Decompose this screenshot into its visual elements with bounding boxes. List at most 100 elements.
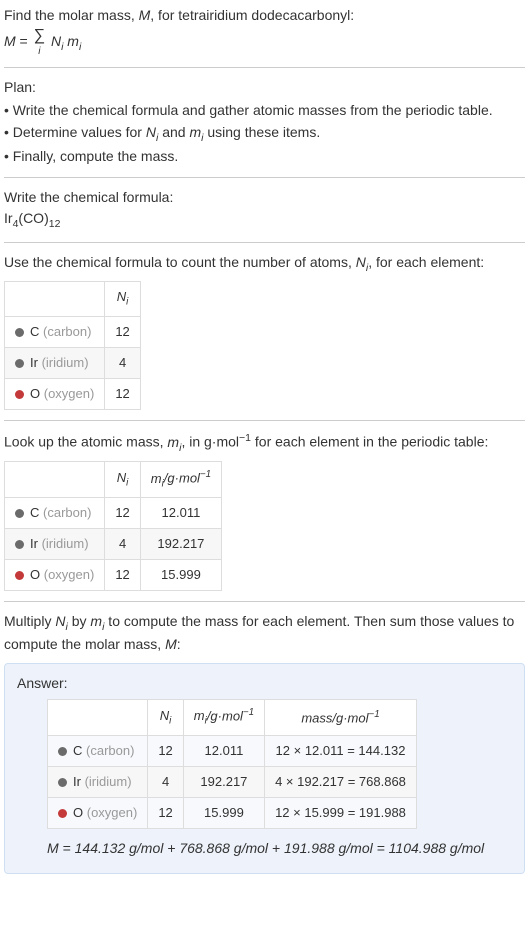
element-cell: O (oxygen) [5, 560, 105, 591]
intro-section: Find the molar mass, M, for tetrairidium… [4, 6, 525, 57]
element-name: (carbon) [43, 324, 91, 339]
lookup-heading: Look up the atomic mass, mi, in g·mol−1 … [4, 431, 525, 455]
element-dot-icon [15, 571, 24, 580]
element-symbol: Ir [73, 774, 81, 789]
intro-line: Find the molar mass, M, for tetrairidium… [4, 6, 525, 26]
mass-cell: 4 × 192.217 = 768.868 [265, 766, 417, 797]
element-dot-icon [58, 747, 67, 756]
lookup-section: Look up the atomic mass, mi, in g·mol−1 … [4, 431, 525, 591]
element-name: (iridium) [42, 355, 89, 370]
element-symbol: Ir [30, 355, 38, 370]
n-header: Ni [148, 700, 183, 736]
count-body: C (carbon)12Ir (iridium)4O (oxygen)12 [5, 316, 141, 410]
plan-item: • Determine values for Ni and mi using t… [4, 123, 525, 145]
empty-header [48, 700, 148, 736]
element-symbol: O [30, 386, 40, 401]
element-name: (carbon) [86, 743, 134, 758]
plan-section: Plan: • Write the chemical formula and g… [4, 78, 525, 167]
element-name: (oxygen) [87, 805, 138, 820]
element-cell: Ir (iridium) [5, 529, 105, 560]
element-symbol: Ir [30, 536, 38, 551]
n-cell: 12 [148, 735, 183, 766]
divider [4, 242, 525, 243]
lookup-body: C (carbon)1212.011Ir (iridium)4192.217O … [5, 497, 222, 591]
m-header: mi/g·mol−1 [140, 462, 221, 498]
n-cell: 4 [148, 766, 183, 797]
count-table: Ni C (carbon)12Ir (iridium)4O (oxygen)12 [4, 281, 141, 410]
element-dot-icon [15, 328, 24, 337]
element-cell: Ir (iridium) [48, 766, 148, 797]
count-heading: Use the chemical formula to count the nu… [4, 253, 525, 275]
final-equation: M = 144.132 g/mol + 768.868 g/mol + 191.… [47, 839, 512, 859]
n-header: Ni [105, 462, 140, 498]
n-cell: 12 [105, 560, 140, 591]
table-header-row: Ni [5, 282, 141, 316]
multiply-heading: Multiply Ni by mi to compute the mass fo… [4, 612, 525, 654]
sigma-icon: ∑i [34, 28, 45, 57]
formula-heading: Write the chemical formula: [4, 188, 525, 208]
n-cell: 4 [105, 347, 140, 378]
formula-sub: 12 [49, 218, 61, 230]
m-cell: 192.217 [183, 766, 264, 797]
mass-header: mass/g·mol−1 [265, 700, 417, 736]
n-cell: 12 [148, 798, 183, 829]
formula-part: (CO) [18, 210, 48, 226]
table-row: C (carbon)12 [5, 316, 141, 347]
element-name: (oxygen) [44, 567, 95, 582]
element-name: (iridium) [85, 774, 132, 789]
n-cell: 4 [105, 529, 140, 560]
element-cell: C (carbon) [5, 497, 105, 528]
answer-body: C (carbon)1212.01112 × 12.011 = 144.132I… [48, 735, 417, 829]
count-section: Use the chemical formula to count the nu… [4, 253, 525, 410]
m-cell: 15.999 [183, 798, 264, 829]
plan-heading: Plan: [4, 78, 525, 98]
plan-item: • Finally, compute the mass. [4, 147, 525, 167]
m-cell: 15.999 [140, 560, 221, 591]
element-symbol: C [30, 505, 39, 520]
table-row: O (oxygen)1215.99912 × 15.999 = 191.988 [48, 798, 417, 829]
intro-equation: M = ∑i Ni mi [4, 28, 525, 57]
element-dot-icon [15, 359, 24, 368]
table-row: Ir (iridium)4192.217 [5, 529, 222, 560]
element-cell: O (oxygen) [5, 379, 105, 410]
m-header: mi/g·mol−1 [183, 700, 264, 736]
answer-table: Ni mi/g·mol−1 mass/g·mol−1 C (carbon)121… [47, 699, 417, 829]
lookup-table: Ni mi/g·mol−1 C (carbon)1212.011Ir (irid… [4, 461, 222, 591]
formula-part: Ir [4, 210, 13, 226]
m-cell: 12.011 [140, 497, 221, 528]
divider [4, 67, 525, 68]
table-row: O (oxygen)12 [5, 379, 141, 410]
divider [4, 420, 525, 421]
element-symbol: O [30, 567, 40, 582]
answer-label: Answer: [17, 674, 512, 694]
element-dot-icon [58, 809, 67, 818]
element-cell: O (oxygen) [48, 798, 148, 829]
element-dot-icon [15, 540, 24, 549]
element-dot-icon [58, 778, 67, 787]
element-symbol: O [73, 805, 83, 820]
table-row: O (oxygen)1215.999 [5, 560, 222, 591]
element-dot-icon [15, 390, 24, 399]
empty-header [5, 282, 105, 316]
divider [4, 601, 525, 602]
element-name: (iridium) [42, 536, 89, 551]
m-cell: 12.011 [183, 735, 264, 766]
element-symbol: C [30, 324, 39, 339]
n-cell: 12 [105, 379, 140, 410]
empty-header [5, 462, 105, 498]
element-cell: C (carbon) [5, 316, 105, 347]
table-row: C (carbon)1212.01112 × 12.011 = 144.132 [48, 735, 417, 766]
mass-cell: 12 × 12.011 = 144.132 [265, 735, 417, 766]
element-cell: C (carbon) [48, 735, 148, 766]
table-row: Ir (iridium)4192.2174 × 192.217 = 768.86… [48, 766, 417, 797]
table-header-row: Ni mi/g·mol−1 [5, 462, 222, 498]
mass-cell: 12 × 15.999 = 191.988 [265, 798, 417, 829]
table-header-row: Ni mi/g·mol−1 mass/g·mol−1 [48, 700, 417, 736]
element-dot-icon [15, 509, 24, 518]
sigma-index: i [38, 46, 40, 57]
n-cell: 12 [105, 497, 140, 528]
n-header: Ni [105, 282, 140, 316]
divider [4, 177, 525, 178]
multiply-section: Multiply Ni by mi to compute the mass fo… [4, 612, 525, 654]
formula-section: Write the chemical formula: Ir4(CO)12 [4, 188, 525, 232]
